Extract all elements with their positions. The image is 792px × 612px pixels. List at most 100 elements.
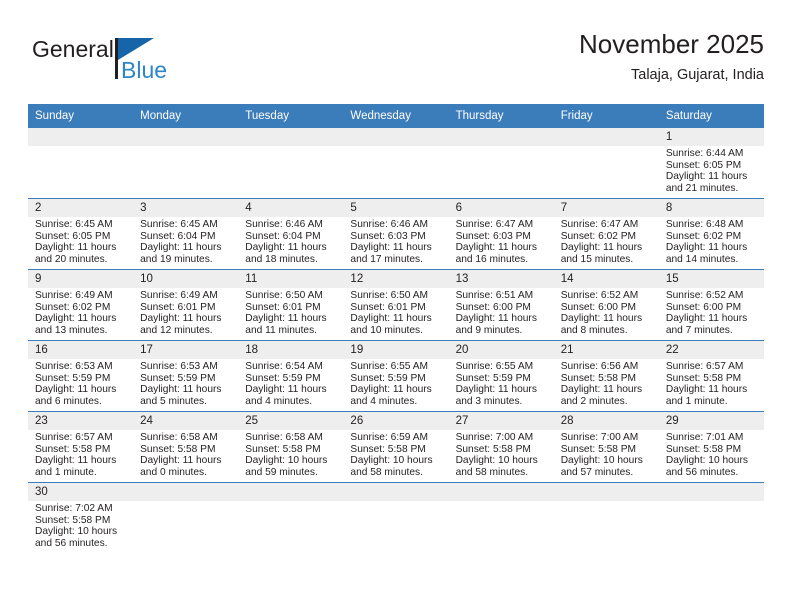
calendar-day-cell[interactable]: 12 Sunrise: 6:50 AM Sunset: 6:01 PM Dayligh… xyxy=(343,269,449,341)
calendar-day-cell[interactable]: 18 Sunrise: 6:54 AM Sunset: 5:59 PM Dayligh… xyxy=(238,340,344,412)
day-detail-list: Sunrise: 6:45 AM Sunset: 6:05 PM Daylight:… xyxy=(28,217,133,265)
day-detail-line: Sunset: 6:00 PM xyxy=(665,301,742,313)
day-cell-inner: 16 Sunrise: 6:53 AM Sunset: 5:59 PM Dayligh… xyxy=(28,341,134,411)
day-number xyxy=(133,128,239,146)
calendar-day-cell[interactable]: 7 Sunrise: 6:47 AM Sunset: 6:02 PM Daylight… xyxy=(553,198,659,270)
calendar-day-cell[interactable]: 14 Sunrise: 6:52 AM Sunset: 6:00 PM Dayligh… xyxy=(553,269,659,341)
day-detail-line: Sunset: 6:00 PM xyxy=(455,301,531,313)
weekday-header-wednesday: Wednesday xyxy=(343,104,449,128)
day-detail-list: Sunrise: 7:00 AM Sunset: 5:58 PM Daylight:… xyxy=(554,430,659,478)
calendar-week-row: 23 Sunrise: 6:57 AM Sunset: 5:58 PM Dayligh… xyxy=(28,411,764,483)
day-number: 11 xyxy=(238,270,344,288)
calendar-body: 1 Sunrise: 6:44 AM Sunset: 6:05 PM Daylight… xyxy=(28,127,764,553)
calendar-day-cell[interactable]: 29 Sunrise: 7:01 AM Sunset: 5:58 PM Dayligh… xyxy=(658,411,764,483)
day-number: 23 xyxy=(28,412,134,430)
day-detail-line: Sunrise: 6:47 AM xyxy=(560,219,639,230)
calendar-day-cell[interactable]: 21 Sunrise: 6:56 AM Sunset: 5:58 PM Dayligh… xyxy=(553,340,659,412)
day-number xyxy=(28,128,134,146)
calendar-day-cell-empty xyxy=(133,127,239,199)
day-cell-inner: 4 Sunrise: 6:46 AM Sunset: 6:04 PM Daylight… xyxy=(238,199,344,269)
day-cell-inner xyxy=(133,128,239,198)
calendar-day-cell[interactable]: 15 Sunrise: 6:52 AM Sunset: 6:00 PM Dayligh… xyxy=(658,269,764,341)
day-detail-line: Sunset: 6:02 PM xyxy=(560,230,637,242)
day-detail-line: Daylight: 11 hours xyxy=(35,313,117,325)
day-number: 30 xyxy=(28,483,134,501)
day-detail-line: Sunset: 5:58 PM xyxy=(665,372,742,384)
day-cell-inner: 18 Sunrise: 6:54 AM Sunset: 5:59 PM Dayligh… xyxy=(238,341,344,411)
calendar-day-cell[interactable]: 19 Sunrise: 6:55 AM Sunset: 5:59 PM Dayligh… xyxy=(343,340,449,412)
day-detail-line: Sunset: 6:01 PM xyxy=(140,301,216,313)
day-cell-inner: 13 Sunrise: 6:51 AM Sunset: 6:00 PM Dayligh… xyxy=(448,270,554,340)
title-block: November 2025 Talaja, Gujarat, India xyxy=(579,28,764,86)
calendar-day-cell[interactable]: 1 Sunrise: 6:44 AM Sunset: 6:05 PM Daylight… xyxy=(658,127,764,199)
day-detail-list: Sunrise: 6:51 AM Sunset: 6:00 PM Daylight:… xyxy=(449,288,554,336)
day-detail-line: Daylight: 11 hours xyxy=(245,242,327,254)
calendar-day-cell-empty xyxy=(238,127,344,199)
calendar-day-cell[interactable]: 26 Sunrise: 6:59 AM Sunset: 5:58 PM Dayligh… xyxy=(343,411,449,483)
page-title: November 2025 xyxy=(579,29,764,59)
calendar-day-cell[interactable]: 6 Sunrise: 6:47 AM Sunset: 6:03 PM Daylight… xyxy=(448,198,554,270)
calendar-day-cell[interactable]: 5 Sunrise: 6:46 AM Sunset: 6:03 PM Daylight… xyxy=(343,198,449,270)
day-detail-line: Sunset: 5:59 PM xyxy=(140,372,216,384)
day-cell-inner: 23 Sunrise: 6:57 AM Sunset: 5:58 PM Dayligh… xyxy=(28,412,134,482)
calendar-day-cell[interactable]: 9 Sunrise: 6:49 AM Sunset: 6:02 PM Daylight… xyxy=(28,269,134,341)
day-detail-line: and 19 minutes. xyxy=(140,253,213,265)
calendar-day-cell[interactable]: 24 Sunrise: 6:58 AM Sunset: 5:58 PM Dayligh… xyxy=(133,411,239,483)
general-blue-logo[interactable]: General Blue xyxy=(32,36,202,92)
weekday-header-row: Sunday Monday Tuesday Wednesday Thursday… xyxy=(28,104,764,128)
day-number xyxy=(343,483,449,501)
day-detail-line: Daylight: 11 hours xyxy=(35,242,117,254)
day-cell-inner: 8 Sunrise: 6:48 AM Sunset: 6:02 PM Daylight… xyxy=(658,199,764,269)
calendar-day-cell[interactable]: 2 Sunrise: 6:45 AM Sunset: 6:05 PM Daylight… xyxy=(28,198,134,270)
day-detail-list: Sunrise: 6:49 AM Sunset: 6:01 PM Daylight:… xyxy=(133,288,238,336)
day-cell-inner xyxy=(238,128,344,198)
calendar-day-cell[interactable]: 20 Sunrise: 6:55 AM Sunset: 5:59 PM Dayligh… xyxy=(448,340,554,412)
day-detail-line: and 8 minutes. xyxy=(560,324,628,336)
day-detail-line: Sunrise: 6:49 AM xyxy=(140,290,218,301)
day-detail-line: Daylight: 11 hours xyxy=(560,384,643,396)
day-cell-inner xyxy=(133,483,239,553)
day-detail-list: Sunrise: 6:58 AM Sunset: 5:58 PM Daylight:… xyxy=(238,430,343,478)
calendar-day-cell[interactable]: 25 Sunrise: 6:58 AM Sunset: 5:58 PM Dayligh… xyxy=(238,411,344,483)
calendar-day-cell[interactable]: 13 Sunrise: 6:51 AM Sunset: 6:00 PM Dayligh… xyxy=(448,269,554,341)
logo-word-blue: Blue xyxy=(121,57,168,83)
day-detail-line: Sunrise: 6:47 AM xyxy=(455,219,534,230)
day-number xyxy=(238,483,344,501)
day-detail-line: Sunrise: 6:46 AM xyxy=(245,219,323,230)
calendar-day-cell[interactable]: 11 Sunrise: 6:50 AM Sunset: 6:01 PM Dayligh… xyxy=(238,269,344,341)
calendar-day-cell[interactable]: 22 Sunrise: 6:57 AM Sunset: 5:58 PM Dayligh… xyxy=(658,340,764,412)
weekday-header-saturday: Saturday xyxy=(658,104,764,128)
day-detail-line: Sunset: 5:59 PM xyxy=(350,372,426,384)
day-detail-line: and 3 minutes. xyxy=(455,395,523,407)
day-detail-line: Daylight: 10 hours xyxy=(245,455,328,467)
day-detail-line: and 1 minute. xyxy=(665,395,728,407)
day-detail-line: Sunrise: 6:46 AM xyxy=(350,219,429,230)
calendar-day-cell[interactable]: 17 Sunrise: 6:53 AM Sunset: 5:59 PM Dayligh… xyxy=(133,340,239,412)
day-detail-line: Sunrise: 6:52 AM xyxy=(665,290,744,301)
calendar-day-cell[interactable]: 30 Sunrise: 7:02 AM Sunset: 5:58 PM Dayligh… xyxy=(28,482,134,553)
day-detail-line: Sunset: 5:58 PM xyxy=(455,443,531,455)
day-detail-line: and 58 minutes. xyxy=(455,466,529,478)
calendar-day-cell[interactable]: 3 Sunrise: 6:45 AM Sunset: 6:04 PM Daylight… xyxy=(133,198,239,270)
day-detail-line: Sunset: 6:02 PM xyxy=(35,301,111,313)
day-detail-list: Sunrise: 7:00 AM Sunset: 5:58 PM Daylight:… xyxy=(449,430,554,478)
calendar-day-cell[interactable]: 28 Sunrise: 7:00 AM Sunset: 5:58 PM Dayligh… xyxy=(553,411,659,483)
day-detail-line: Sunrise: 6:55 AM xyxy=(350,361,429,372)
calendar-day-cell[interactable]: 10 Sunrise: 6:49 AM Sunset: 6:01 PM Dayligh… xyxy=(133,269,239,341)
day-number xyxy=(658,483,764,501)
day-number: 13 xyxy=(448,270,554,288)
calendar-day-cell[interactable]: 27 Sunrise: 7:00 AM Sunset: 5:58 PM Dayligh… xyxy=(448,411,554,483)
day-detail-line: Sunrise: 7:00 AM xyxy=(560,432,639,443)
day-detail-line: Daylight: 10 hours xyxy=(350,455,433,467)
day-cell-inner: 10 Sunrise: 6:49 AM Sunset: 6:01 PM Dayligh… xyxy=(133,270,239,340)
day-number xyxy=(553,128,659,146)
day-cell-inner: 24 Sunrise: 6:58 AM Sunset: 5:58 PM Dayligh… xyxy=(133,412,239,482)
day-cell-inner xyxy=(658,483,764,553)
calendar-day-cell[interactable]: 23 Sunrise: 6:57 AM Sunset: 5:58 PM Dayligh… xyxy=(28,411,134,483)
calendar-day-cell[interactable]: 16 Sunrise: 6:53 AM Sunset: 5:59 PM Dayligh… xyxy=(28,340,134,412)
day-detail-line: Sunrise: 6:49 AM xyxy=(35,290,113,301)
calendar-day-cell[interactable]: 4 Sunrise: 6:46 AM Sunset: 6:04 PM Daylight… xyxy=(238,198,344,270)
day-cell-inner: 26 Sunrise: 6:59 AM Sunset: 5:58 PM Dayligh… xyxy=(343,412,449,482)
day-detail-list: Sunrise: 6:53 AM Sunset: 5:59 PM Daylight:… xyxy=(28,359,133,407)
calendar-day-cell[interactable]: 8 Sunrise: 6:48 AM Sunset: 6:02 PM Daylight… xyxy=(658,198,764,270)
